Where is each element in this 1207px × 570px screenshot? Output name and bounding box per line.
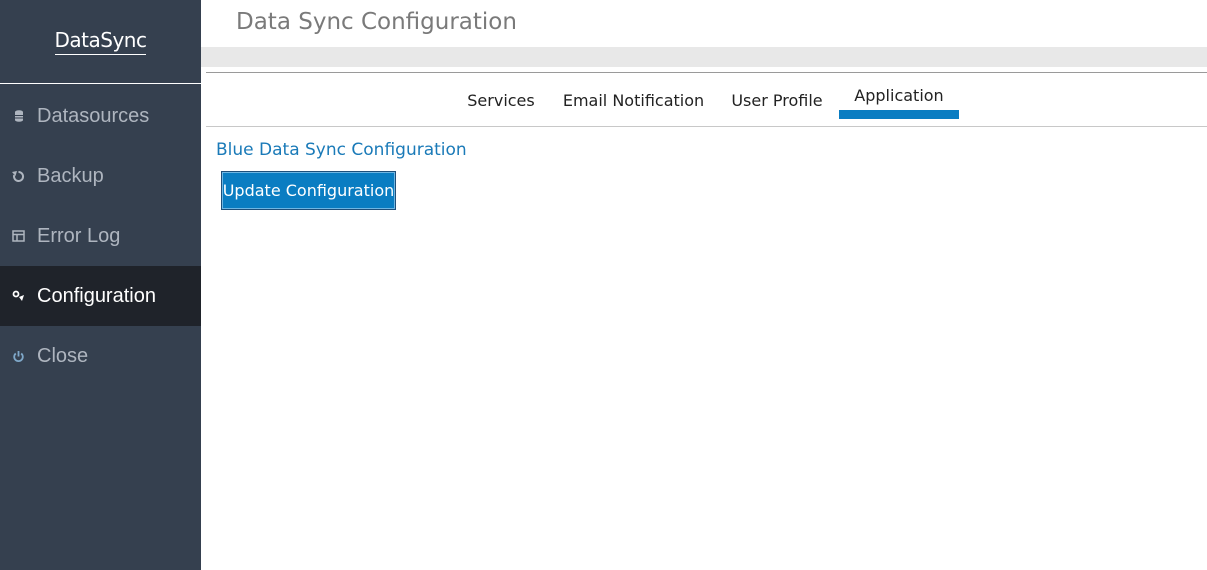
active-tab-indicator bbox=[839, 110, 959, 119]
tab-application[interactable]: Application bbox=[839, 73, 959, 127]
tab-label: Application bbox=[854, 86, 944, 105]
tab-label: User Profile bbox=[731, 90, 823, 110]
app-logo[interactable]: DataSync bbox=[54, 28, 147, 55]
header-band bbox=[201, 47, 1207, 67]
section-title: Blue Data Sync Configuration bbox=[216, 140, 467, 160]
sidebar-item-label: Backup bbox=[37, 164, 104, 187]
sidebar-item-label: Close bbox=[37, 344, 89, 367]
tab-email-notification[interactable]: Email Notification bbox=[561, 73, 706, 127]
sidebar-item-backup[interactable]: Backup bbox=[0, 146, 201, 206]
sidebar-item-label: Configuration bbox=[37, 284, 156, 307]
update-configuration-button[interactable]: Update Configuration bbox=[221, 171, 396, 210]
sidebar: DataSync Datasources Backup Error Log Co… bbox=[0, 0, 201, 570]
sidebar-item-configuration[interactable]: Configuration bbox=[0, 266, 201, 326]
sidebar-item-datasources[interactable]: Datasources bbox=[0, 86, 201, 146]
page-header: Data Sync Configuration bbox=[201, 0, 1207, 47]
sidebar-item-error-log[interactable]: Error Log bbox=[0, 206, 201, 266]
power-icon bbox=[0, 350, 37, 363]
database-icon bbox=[0, 110, 37, 122]
refresh-icon bbox=[0, 170, 37, 183]
page-title: Data Sync Configuration bbox=[236, 9, 517, 35]
tab-label: Services bbox=[467, 90, 535, 110]
sidebar-item-label: Error Log bbox=[37, 224, 121, 247]
sidebar-item-close[interactable]: Close bbox=[0, 326, 201, 386]
table-icon bbox=[0, 230, 37, 242]
tab-bar: Services Email Notification User Profile… bbox=[206, 72, 1207, 127]
logo-area: DataSync bbox=[0, 0, 201, 84]
sidebar-item-label: Datasources bbox=[37, 104, 150, 127]
tab-services[interactable]: Services bbox=[464, 73, 538, 127]
settings-icon bbox=[0, 290, 37, 302]
tab-user-profile[interactable]: User Profile bbox=[728, 73, 826, 127]
tab-label: Email Notification bbox=[562, 90, 705, 110]
